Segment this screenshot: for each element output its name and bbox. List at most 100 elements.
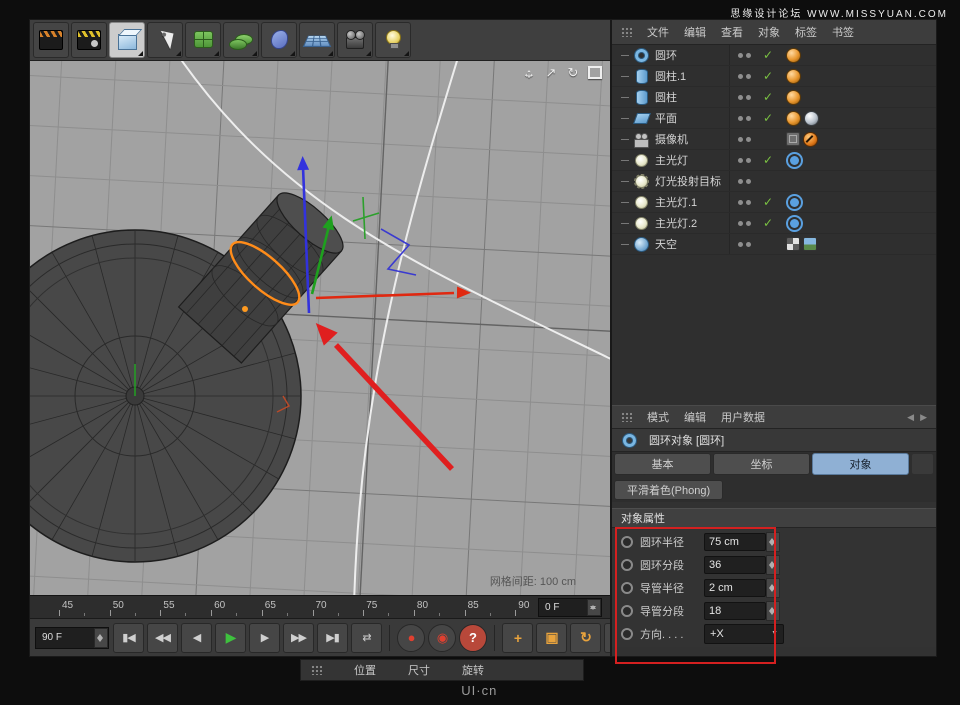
add-primitive-button[interactable] bbox=[109, 22, 145, 58]
render-dot[interactable] bbox=[746, 221, 751, 226]
history-back-icon[interactable]: ◀ bbox=[907, 412, 914, 423]
keyframe-bullet[interactable] bbox=[621, 559, 633, 571]
go-to-start-button[interactable]: ▮◀ bbox=[113, 623, 144, 653]
material-orange-tag-icon[interactable] bbox=[786, 48, 801, 63]
render-dot[interactable] bbox=[746, 74, 751, 79]
visibility-toggles[interactable] bbox=[729, 171, 758, 191]
pipe-radius-stepper[interactable] bbox=[766, 578, 780, 598]
enable-toggle[interactable]: ✓ bbox=[758, 153, 778, 167]
keyframe-bullet[interactable] bbox=[621, 628, 633, 640]
add-light-button[interactable] bbox=[375, 22, 411, 58]
pan-view-icon[interactable] bbox=[520, 65, 538, 81]
render-dot[interactable] bbox=[746, 242, 751, 247]
ring-segments-stepper[interactable] bbox=[766, 555, 780, 575]
ring-radius-field[interactable]: 75 cm bbox=[704, 533, 766, 551]
om-menu-file[interactable]: 文件 bbox=[647, 24, 669, 40]
enable-toggle[interactable]: ✓ bbox=[758, 216, 778, 230]
autokeying-button[interactable]: ◉ bbox=[428, 624, 456, 652]
om-menu-edit[interactable]: 编辑 bbox=[684, 24, 706, 40]
visibility-dot[interactable] bbox=[738, 53, 743, 58]
render-dot[interactable] bbox=[746, 200, 751, 205]
protection-tag-icon[interactable] bbox=[803, 132, 818, 147]
keyframe-options-button[interactable]: ? bbox=[459, 624, 487, 652]
visibility-dot[interactable] bbox=[738, 95, 743, 100]
rotate-view-icon[interactable] bbox=[564, 65, 582, 81]
maximize-view-icon[interactable] bbox=[586, 65, 604, 81]
object-list[interactable]: 圆环✓圆柱.1✓圆柱✓平面✓摄像机主光灯✓灯光投射目标主光灯.1✓主光灯.2✓天… bbox=[612, 45, 936, 405]
coord-tab-position[interactable]: 位置 bbox=[354, 662, 376, 678]
display-tag-icon[interactable] bbox=[786, 132, 800, 146]
object-row[interactable]: 天空 bbox=[612, 234, 936, 255]
visibility-dot[interactable] bbox=[738, 116, 743, 121]
add-modeling-button[interactable] bbox=[223, 22, 259, 58]
compositing-tag-icon[interactable] bbox=[786, 237, 800, 251]
tab-basic[interactable]: 基本 bbox=[614, 453, 711, 475]
add-deformer-button[interactable] bbox=[261, 22, 297, 58]
am-menu-edit[interactable]: 编辑 bbox=[684, 409, 706, 425]
visibility-dot[interactable] bbox=[738, 242, 743, 247]
play-button[interactable]: ▶ bbox=[215, 623, 246, 653]
current-frame-stepper[interactable] bbox=[587, 599, 601, 616]
previous-frame-button[interactable]: ◀ bbox=[181, 623, 212, 653]
object-row[interactable]: 摄像机 bbox=[612, 129, 936, 150]
add-generator-button[interactable] bbox=[185, 22, 221, 58]
ring-radius-stepper[interactable] bbox=[766, 532, 780, 552]
render-view-button[interactable] bbox=[33, 22, 69, 58]
pipe-segments-field[interactable]: 18 bbox=[704, 602, 766, 620]
add-spline-button[interactable] bbox=[147, 22, 183, 58]
go-to-end-button[interactable]: ▶▮ bbox=[317, 623, 348, 653]
om-menu-tags[interactable]: 标签 bbox=[795, 24, 817, 40]
visibility-toggles[interactable] bbox=[729, 129, 758, 149]
ring-segments-field[interactable]: 36 bbox=[704, 556, 766, 574]
render-dot[interactable] bbox=[746, 116, 751, 121]
record-position-button[interactable]: + bbox=[502, 623, 533, 653]
material-orange-tag-icon[interactable] bbox=[786, 69, 801, 84]
viewport-3d[interactable]: 网格间距: 100 cm bbox=[30, 61, 610, 596]
render-dot[interactable] bbox=[746, 179, 751, 184]
om-menu-view[interactable]: 查看 bbox=[721, 24, 743, 40]
next-frame-button[interactable]: ▶ bbox=[249, 623, 280, 653]
tab-object[interactable]: 对象 bbox=[812, 453, 909, 475]
visibility-dot[interactable] bbox=[738, 200, 743, 205]
object-row[interactable]: 平面✓ bbox=[612, 108, 936, 129]
visibility-toggles[interactable] bbox=[729, 66, 758, 86]
visibility-dot[interactable] bbox=[738, 221, 743, 226]
visibility-toggles[interactable] bbox=[729, 234, 758, 254]
visibility-toggles[interactable] bbox=[729, 108, 758, 128]
visibility-toggles[interactable] bbox=[729, 87, 758, 107]
end-frame-stepper[interactable] bbox=[94, 628, 108, 648]
previous-key-button[interactable]: ◀◀ bbox=[147, 623, 178, 653]
material-orange-tag-icon[interactable] bbox=[786, 90, 801, 105]
add-camera-button[interactable] bbox=[337, 22, 373, 58]
object-row[interactable]: 主光灯.2✓ bbox=[612, 213, 936, 234]
render-dot[interactable] bbox=[746, 53, 751, 58]
pipe-radius-field[interactable]: 2 cm bbox=[704, 579, 766, 597]
loop-button[interactable]: ⇄ bbox=[351, 623, 382, 653]
enable-toggle[interactable]: ✓ bbox=[758, 48, 778, 62]
object-row[interactable]: 圆环✓ bbox=[612, 45, 936, 66]
visibility-toggles[interactable] bbox=[729, 45, 758, 65]
render-settings-button[interactable] bbox=[71, 22, 107, 58]
target-tag-icon[interactable] bbox=[786, 194, 803, 211]
visibility-toggles[interactable] bbox=[729, 150, 758, 170]
orientation-dropdown[interactable]: +X▼ bbox=[704, 624, 784, 644]
visibility-toggles[interactable] bbox=[729, 213, 758, 233]
target-tag-icon[interactable] bbox=[786, 215, 803, 232]
render-dot[interactable] bbox=[746, 137, 751, 142]
enable-toggle[interactable]: ✓ bbox=[758, 69, 778, 83]
om-menu-bookmarks[interactable]: 书签 bbox=[832, 24, 854, 40]
object-row[interactable]: 主光灯.1✓ bbox=[612, 192, 936, 213]
object-row[interactable]: 圆柱✓ bbox=[612, 87, 936, 108]
render-dot[interactable] bbox=[746, 158, 751, 163]
history-forward-icon[interactable]: ▶ bbox=[920, 412, 927, 423]
om-menu-objects[interactable]: 对象 bbox=[758, 24, 780, 40]
enable-toggle[interactable]: ✓ bbox=[758, 111, 778, 125]
target-tag-icon[interactable] bbox=[786, 152, 803, 169]
coord-tab-rotation[interactable]: 旋转 bbox=[462, 662, 484, 678]
next-key-button[interactable]: ▶▶ bbox=[283, 623, 314, 653]
material-orange-tag-icon[interactable] bbox=[786, 111, 801, 126]
tab-coordinates[interactable]: 坐标 bbox=[713, 453, 810, 475]
object-row[interactable]: 圆柱.1✓ bbox=[612, 66, 936, 87]
texture-tag-icon[interactable] bbox=[803, 237, 817, 251]
object-row[interactable]: 灯光投射目标 bbox=[612, 171, 936, 192]
